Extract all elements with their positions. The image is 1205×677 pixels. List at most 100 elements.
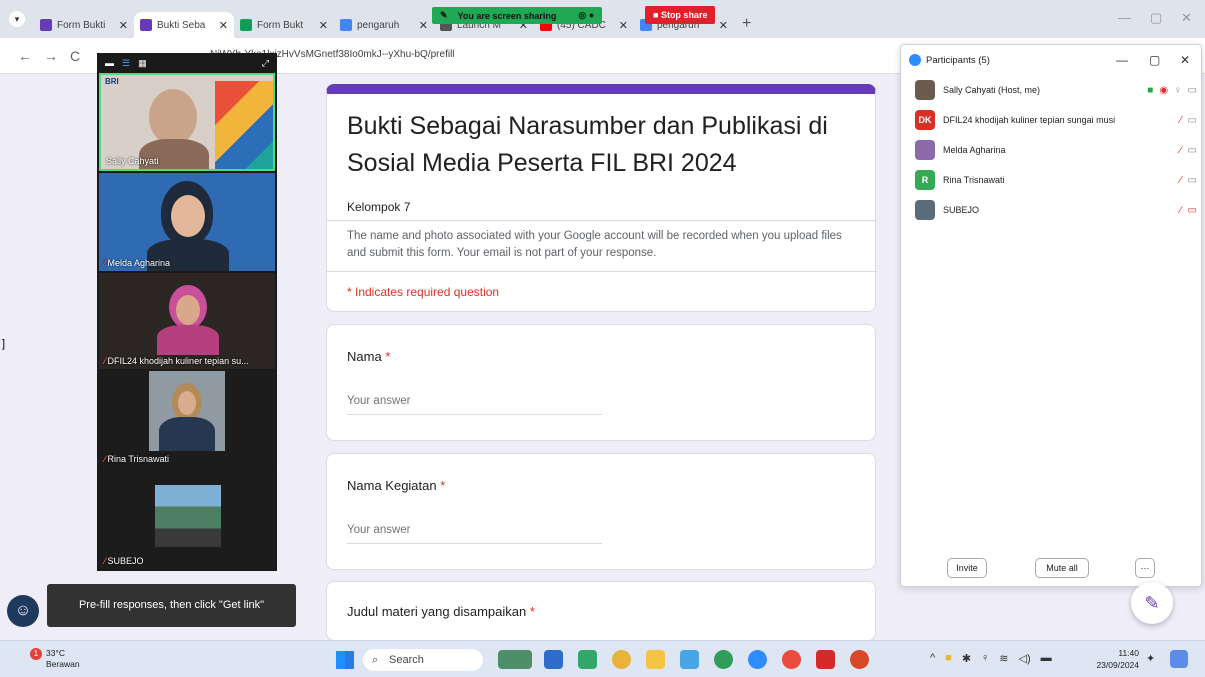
pin-icon: ✎ <box>440 10 448 20</box>
participants-title: Participants (5) <box>926 54 990 66</box>
minimize-icon[interactable]: — <box>1118 10 1131 25</box>
close-tab-icon[interactable]: ✕ <box>319 19 328 32</box>
pdf-reader-icon[interactable] <box>816 650 835 669</box>
recording-icon: ◉ <box>1159 84 1169 96</box>
participant-row[interactable]: Sally Cahyati (Host, me) ■ ◉ ♀ ▭ <box>915 79 1197 101</box>
mute-all-button[interactable]: Mute all <box>1035 558 1089 578</box>
powerpoint-icon[interactable] <box>850 650 869 669</box>
close-tab-icon[interactable]: ✕ <box>219 19 228 32</box>
chrome-icon[interactable] <box>612 650 631 669</box>
task-view-icon[interactable] <box>544 650 563 669</box>
muted-mic-icon: ⁄ <box>1179 174 1182 186</box>
app-icon[interactable] <box>578 650 597 669</box>
maximize-icon[interactable]: ▢ <box>1149 53 1160 67</box>
edit-button[interactable]: ✎ <box>1131 582 1173 624</box>
tab-title: pengaruh <box>357 19 400 31</box>
form-account-note: The name and photo associated with your … <box>347 230 842 259</box>
participant-row[interactable]: SUBEJO ⁄ ▭ <box>915 199 1197 221</box>
close-tab-icon[interactable]: ✕ <box>419 19 428 32</box>
muted-mic-icon: ⁄ <box>1179 144 1182 156</box>
speaker-view-icon[interactable]: ☰ <box>122 58 130 69</box>
invite-button[interactable]: Invite <box>947 558 987 578</box>
close-window-icon[interactable]: ✕ <box>1181 10 1192 26</box>
video-tile-dfil24[interactable]: ⁄ DFIL24 khodijah kuliner tepian su... <box>99 273 275 369</box>
participant-row[interactable]: DK DFIL24 khodijah kuliner tepian sungai… <box>915 109 1197 131</box>
new-tab-icon[interactable]: + <box>742 15 751 38</box>
system-tray: ^ ■ ✱ ♀ ≋ ◁) ▬ <box>930 652 1052 665</box>
stop-share-label: Stop share <box>660 10 708 20</box>
notification-icon[interactable]: ✦ <box>1146 652 1155 665</box>
chevron-up-icon[interactable]: ^ <box>930 652 935 665</box>
answer-input-nama-kegiatan[interactable]: Your answer <box>347 524 602 544</box>
date: 23/09/2024 <box>1096 660 1139 670</box>
avatar <box>915 200 935 220</box>
cursor-icon: ] <box>2 338 6 350</box>
participant-name: Rina Trisnawati <box>943 175 1005 185</box>
muted-mic-icon: ⁄ <box>104 258 106 268</box>
taskbar-search[interactable]: ⌕ Search <box>363 649 483 671</box>
question-card-nama-kegiatan: Nama Kegiatan * Your answer <box>326 453 876 570</box>
video-icon: ▭ <box>1187 84 1197 96</box>
required-note: * Indicates required question <box>347 285 500 299</box>
video-tile-sally[interactable]: BRI Sally Cahyati <box>99 73 275 171</box>
close-tab-icon[interactable]: ✕ <box>119 19 128 32</box>
browser-tab[interactable]: Bukti Seba ✕ <box>134 12 234 38</box>
microphone-icon[interactable]: ♀ <box>981 652 989 665</box>
more-options-button[interactable]: ··· <box>1135 558 1155 578</box>
forward-arrow-icon[interactable]: → <box>44 48 58 64</box>
reload-icon[interactable]: C <box>70 48 80 64</box>
minimize-strip-icon[interactable]: ▬ <box>105 58 114 68</box>
copilot-icon[interactable] <box>1170 650 1188 668</box>
close-tab-icon[interactable]: ✕ <box>619 19 628 32</box>
answer-input-nama[interactable]: Your answer <box>347 395 602 415</box>
search-label: Search <box>389 654 424 666</box>
question-title: Nama * <box>347 349 391 364</box>
tile-name: ⁄ DFIL24 khodijah kuliner tepian su... <box>104 356 249 366</box>
video-off-icon: ▭ <box>1187 174 1197 186</box>
help-icon: ☺ <box>14 602 32 619</box>
app-icon[interactable] <box>680 650 699 669</box>
weather-condition: Berawan <box>46 659 80 669</box>
wifi-icon[interactable]: ≋ <box>999 652 1008 665</box>
maximize-icon[interactable]: ▢ <box>1150 10 1162 26</box>
browser-tab[interactable]: Form Bukt ✕ <box>234 12 334 38</box>
tray-app-icon[interactable]: ■ <box>945 652 952 665</box>
video-tile-rina[interactable]: ⁄ Rina Trisnawati <box>99 371 275 467</box>
clock[interactable]: 11:40 23/09/2024 <box>1093 647 1139 671</box>
gallery-view-icon[interactable]: ▦ <box>138 58 147 69</box>
zoom-app-icon[interactable] <box>748 650 767 669</box>
battery-icon[interactable]: ▬ <box>1041 652 1052 665</box>
back-arrow-icon[interactable]: ← <box>18 48 32 64</box>
chrome-canary-icon[interactable] <box>782 650 801 669</box>
close-tab-icon[interactable]: ✕ <box>719 19 728 32</box>
muted-mic-icon: ⁄ <box>104 454 106 464</box>
decorative-pattern <box>215 81 273 169</box>
stop-share-button[interactable]: ■ Stop share <box>645 6 716 24</box>
participant-row[interactable]: Melda Agharina ⁄ ▭ <box>915 139 1197 161</box>
minimize-icon[interactable]: — <box>1116 53 1128 67</box>
participants-panel: Participants (5) — ▢ ✕ Sally Cahyati (Ho… <box>900 44 1202 587</box>
muted-mic-icon: ⁄ <box>1179 114 1182 126</box>
browser-tab[interactable]: pengaruh ✕ <box>334 12 434 38</box>
video-tile-subejo[interactable]: ⁄ SUBEJO <box>99 469 275 569</box>
close-icon[interactable]: ✕ <box>1180 53 1190 67</box>
whatsapp-icon[interactable] <box>714 650 733 669</box>
expand-icon[interactable]: ⤢ <box>262 58 269 69</box>
browser-tab[interactable]: Form Bukti ✕ <box>34 12 134 38</box>
tile-name: ⁄ Melda Agharina <box>104 258 171 268</box>
windows-start-icon[interactable] <box>336 651 354 669</box>
weather-widget[interactable]: 33°C Berawan <box>46 648 80 670</box>
participant-face <box>176 295 200 325</box>
video-tile-melda[interactable]: ⁄ Melda Agharina <box>99 173 275 271</box>
zoom-video-strip: ▬ ☰ ▦ ⤢ BRI Sally Cahyati ⁄ Melda Agharin… <box>97 53 277 571</box>
volume-icon[interactable]: ◁) <box>1019 652 1031 665</box>
help-button[interactable]: ☺ <box>7 595 39 627</box>
avatar <box>915 140 935 160</box>
participant-row[interactable]: R Rina Trisnawati ⁄ ▭ <box>915 169 1197 191</box>
tile-name: Sally Cahyati <box>106 156 159 166</box>
bluetooth-icon[interactable]: ✱ <box>962 652 971 665</box>
avatar: R <box>915 170 935 190</box>
tab-search-chevron-icon[interactable]: ▾ <box>9 11 25 27</box>
widgets-app-icon[interactable] <box>498 650 532 669</box>
file-explorer-icon[interactable] <box>646 650 665 669</box>
